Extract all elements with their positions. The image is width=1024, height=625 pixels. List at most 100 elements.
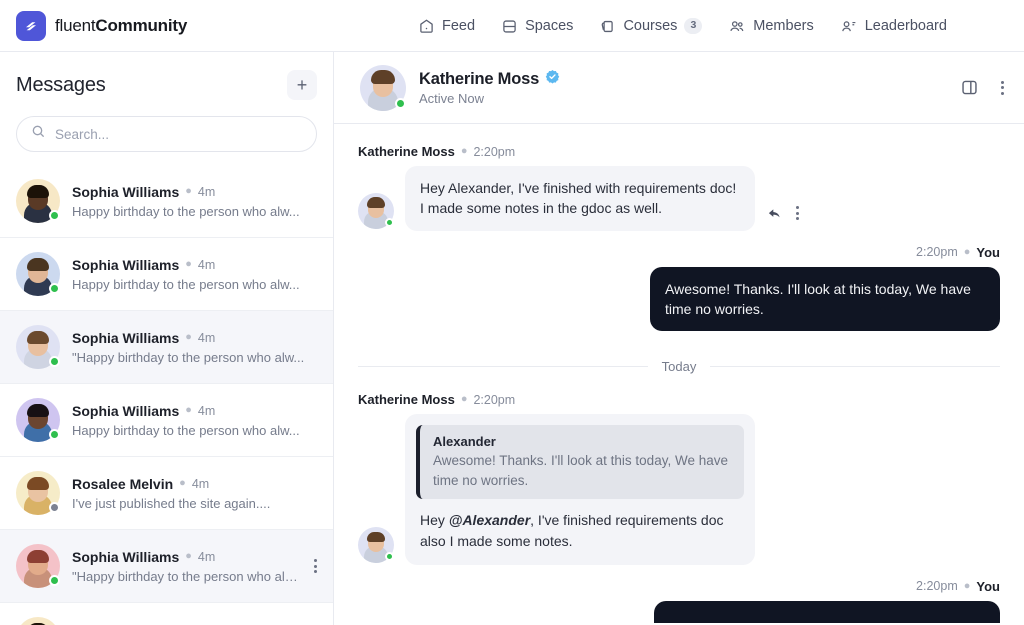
message-group: 2:20pm ● You	[358, 579, 1000, 623]
layers-icon	[501, 18, 518, 35]
search-icon	[31, 124, 46, 144]
search-box[interactable]	[16, 116, 317, 152]
conversation-name: Sophia Williams	[72, 402, 180, 419]
avatar[interactable]	[358, 192, 394, 229]
chat-contact-status: Active Now	[419, 91, 485, 106]
new-message-button[interactable]: +	[287, 70, 317, 100]
reply-arrow-icon[interactable]	[766, 205, 783, 222]
sidebar-header: Messages +	[0, 52, 333, 100]
conversation-list-item[interactable]: Rosalee Melvin ● 4m I've just published the…	[0, 457, 333, 530]
nav-label-feed: Feed	[442, 18, 476, 34]
avatar-image	[16, 617, 60, 625]
chat-panel: Katherine Moss Active Now Katherine Moss…	[334, 52, 1024, 625]
people-icon	[728, 18, 746, 35]
status-indicator-offline	[49, 502, 60, 513]
conversation-list-item[interactable]: Sophia Williams ● 4m "Happy birthday to the…	[0, 311, 333, 384]
avatar[interactable]	[16, 617, 60, 625]
conversation-list-item[interactable]: Sophia Williams●4mHappy birthday to the …	[0, 384, 333, 457]
avatar[interactable]	[16, 398, 60, 442]
nav-item-courses[interactable]: Courses 3	[599, 0, 703, 52]
home-icon	[418, 18, 435, 35]
quoted-message[interactable]: Alexander Awesome! Thanks. I'll look at t…	[416, 425, 744, 500]
conversation-list[interactable]: Sophia Williams ● 4m Happy birthday to the …	[0, 165, 333, 625]
brand-name-thin: fluent	[55, 15, 96, 35]
conversation-time: 4m	[197, 403, 216, 418]
avatar[interactable]	[358, 526, 394, 563]
conversation-time: 4m	[197, 330, 216, 345]
date-divider: Today	[358, 359, 1001, 374]
conversation-time: 4m	[197, 184, 216, 199]
brand-name-bold: Community	[95, 15, 188, 35]
nav-label-leaderboard: Leaderboard	[864, 18, 947, 34]
conversation-list-item[interactable]: Sophia Williams●4mHappy birthday to the …	[0, 238, 333, 311]
conversation-preview: Happy birthday to the person who alw...	[72, 276, 300, 292]
message-group: Katherine Moss ● 2:20pm Alexander Awesome! T…	[358, 392, 1000, 565]
message-author: Katherine Moss	[358, 144, 455, 159]
conversation-list-item[interactable]: Sophia Williams●4mHappy birthday to the …	[0, 165, 333, 238]
status-indicator-online	[49, 356, 60, 367]
search-input[interactable]	[55, 126, 302, 142]
message-menu-kebab-icon[interactable]	[796, 206, 799, 221]
conversation-text: Sophia Williams●4mHappy birthday to the …	[72, 403, 317, 438]
chat-contact-name: Katherine Moss	[419, 69, 540, 88]
separator-dot: ●	[185, 258, 192, 270]
separator-dot: ●	[185, 331, 192, 343]
nav-item-spaces[interactable]: Spaces	[501, 0, 573, 52]
separator-dot: ●	[185, 185, 192, 197]
nav-label-spaces: Spaces	[525, 18, 574, 34]
message-bubble-incoming[interactable]: Hey Alexander, I've finished with requir…	[405, 166, 755, 231]
quoted-text: Awesome! Thanks. I'll look at this today…	[433, 453, 728, 488]
avatar[interactable]	[16, 325, 60, 369]
message-text: Hey @Alexander, I've finished requiremen…	[416, 508, 744, 554]
nav-item-feed[interactable]: Feed	[418, 0, 475, 52]
message-row: Alexander Awesome! Thanks. I'll look at t…	[358, 414, 1000, 565]
nav-item-members[interactable]: Members	[728, 0, 814, 52]
nav-label-courses: Courses	[623, 18, 678, 34]
conversation-list-item[interactable]: Sophia Williams ● 4m "Happy birthday to the…	[0, 530, 333, 603]
mention-alexander[interactable]: @Alexander	[449, 512, 530, 528]
separator-dot: ●	[963, 245, 971, 258]
message-thread[interactable]: Katherine Moss ● 2:20pm Hey Alexander, I've…	[334, 124, 1024, 625]
conversation-list-item[interactable]: Sophia Williams●4mHappy birthday to the …	[0, 603, 333, 625]
conversation-name: Rosalee Melvin	[72, 475, 174, 492]
person-list-icon	[840, 18, 858, 35]
message-bubble-incoming-quoted[interactable]: Alexander Awesome! Thanks. I'll look at t…	[405, 414, 755, 565]
panel-toggle-icon[interactable]	[960, 78, 979, 97]
status-indicator-online	[49, 429, 60, 440]
message-actions	[766, 205, 799, 222]
message-bubble-outgoing[interactable]	[654, 600, 1000, 623]
nav-item-leaderboard[interactable]: Leaderboard	[840, 0, 947, 52]
page-title: Messages	[16, 73, 106, 96]
conversation-text: Sophia Williams ● 4m "Happy birthday to the…	[72, 549, 302, 584]
divider-line-right	[710, 366, 1001, 368]
chat-header-actions	[960, 78, 1004, 97]
status-indicator-online	[49, 575, 60, 586]
slashes-logo-icon	[16, 10, 46, 41]
avatar[interactable]	[16, 179, 60, 223]
message-time: 2:20pm	[916, 579, 958, 594]
message-group: Katherine Moss ● 2:20pm Hey Alexander, I've…	[358, 144, 1000, 231]
avatar[interactable]	[16, 252, 60, 296]
status-indicator-online	[49, 283, 60, 294]
cards-icon	[599, 18, 616, 35]
conversation-preview: I've just published the site again....	[72, 495, 271, 511]
avatar[interactable]	[360, 64, 406, 111]
conversation-text: Sophia Williams●4mHappy birthday to the …	[72, 257, 317, 292]
message-author: Katherine Moss	[358, 392, 455, 408]
message-bubble-outgoing[interactable]: Awesome! Thanks. I'll look at this today…	[650, 266, 1000, 332]
message-meta: 2:20pm ● You	[358, 245, 1000, 260]
brand-logo-area[interactable]: fluentCommunity	[0, 10, 188, 41]
conversation-menu-kebab-icon[interactable]	[314, 559, 317, 573]
conversation-text: Rosalee Melvin ● 4m I've just published the…	[72, 476, 317, 511]
conversation-text: Sophia Williams●4mHappy birthday to the …	[72, 622, 317, 625]
quoted-author: Alexander	[433, 434, 496, 450]
message-author: You	[976, 244, 1000, 260]
status-indicator-online	[385, 551, 394, 561]
message-group: 2:20pm ● You Awesome! Thanks. I'll look at …	[358, 245, 1000, 332]
nav-label-members: Members	[753, 18, 814, 34]
avatar[interactable]	[16, 471, 60, 515]
chat-menu-kebab-icon[interactable]	[1001, 80, 1004, 95]
message-meta: Katherine Moss ● 2:20pm	[358, 144, 1000, 159]
conversation-text: Sophia Williams●4mHappy birthday to the …	[72, 184, 317, 219]
avatar[interactable]	[16, 544, 60, 588]
